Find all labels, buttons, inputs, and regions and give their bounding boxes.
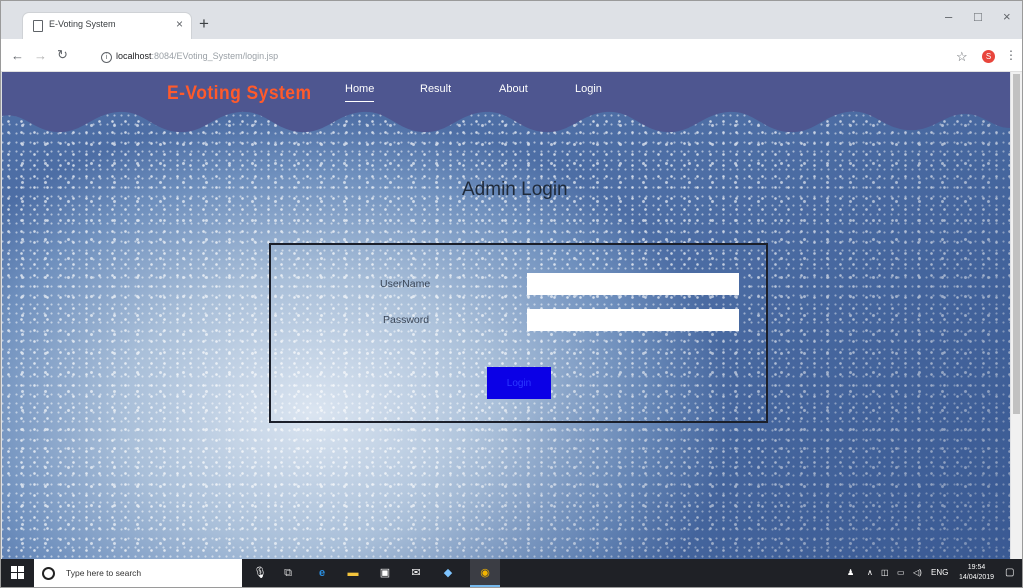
site-info-icon[interactable]: i	[101, 52, 112, 63]
page-viewport: E-Voting System Home Result About Login …	[2, 72, 1010, 559]
nav-result[interactable]: Result	[420, 83, 451, 95]
show-hidden-icons[interactable]: ∧	[867, 568, 873, 577]
people-icon[interactable]: ♟	[847, 568, 854, 577]
maximize-icon[interactable]: □	[974, 9, 982, 24]
notification-icon[interactable]: ▢	[1005, 567, 1014, 578]
language-indicator[interactable]: ENG	[931, 568, 948, 577]
site-brand[interactable]: E-Voting System	[167, 83, 311, 105]
nav-home[interactable]: Home	[345, 83, 375, 102]
login-button[interactable]: Login	[487, 367, 551, 399]
site-header: E-Voting System Home Result About Login	[2, 72, 1010, 152]
url-host: localhost	[116, 51, 152, 61]
taskbar-clock[interactable]: 19:54 14/04/2019	[959, 563, 994, 583]
page-scrollbar[interactable]	[1011, 72, 1022, 559]
browser-tab[interactable]: E-Voting System ×	[23, 13, 191, 39]
3d-box-icon[interactable]: ◆	[441, 566, 455, 580]
search-placeholder: Type here to search	[66, 568, 142, 578]
chrome-taskbar-active[interactable]: ◉	[470, 559, 500, 587]
nav-about[interactable]: About	[499, 83, 528, 95]
taskbar-search-box[interactable]: Type here to search	[34, 559, 242, 587]
nav-login[interactable]: Login	[575, 83, 602, 95]
file-explorer-icon[interactable]: ▬	[346, 566, 360, 580]
minimize-icon[interactable]: –	[945, 9, 952, 24]
url-text[interactable]: localhost:8084/EVoting_System/login.jsp	[116, 51, 278, 61]
back-icon[interactable]: ←	[11, 48, 24, 63]
edge-browser-icon[interactable]: e	[315, 566, 329, 580]
cortana-icon	[42, 567, 55, 580]
mail-icon[interactable]: ✉	[409, 566, 423, 580]
os-taskbar: Type here to search 🎙 ⧉ e ▬ ▣ ✉ ◆ ◉ ♟ ∧ …	[1, 559, 1022, 587]
tab-title: E-Voting System	[49, 19, 116, 29]
close-window-icon[interactable]: ×	[1003, 9, 1011, 24]
login-form: UserName Password Login	[269, 243, 768, 423]
reload-icon[interactable]: ↻	[57, 47, 68, 63]
new-tab-button[interactable]: +	[199, 14, 209, 34]
password-input[interactable]	[527, 309, 739, 331]
store-icon[interactable]: ▣	[378, 566, 392, 580]
url-path: :8084/EVoting_System/login.jsp	[151, 51, 279, 61]
page-icon	[33, 20, 43, 32]
microphone-icon[interactable]: 🎙	[253, 566, 267, 580]
tab-close-icon[interactable]: ×	[176, 17, 183, 31]
network-icon[interactable]: ◫	[881, 568, 889, 577]
clock-time: 19:54	[967, 564, 986, 571]
battery-icon[interactable]: ▭	[897, 568, 905, 577]
username-input[interactable]	[527, 273, 739, 295]
browser-window: E-Voting System × + – □ × ← → ↻ i localh…	[0, 0, 1023, 588]
browser-toolbar: ← → ↻ i localhost:8084/EVoting_System/lo…	[1, 39, 1022, 72]
menu-kebab-icon[interactable]: ⋮	[1005, 48, 1017, 62]
tab-strip: E-Voting System × + – □ ×	[1, 1, 1022, 39]
username-label: UserName	[380, 278, 431, 290]
bookmark-star-icon[interactable]: ☆	[956, 49, 968, 65]
windows-start-icon[interactable]	[11, 566, 25, 580]
forward-icon[interactable]: →	[34, 48, 47, 63]
volume-icon[interactable]: ◁)	[913, 568, 922, 577]
scrollbar-thumb[interactable]	[1013, 74, 1020, 414]
clock-date: 14/04/2019	[959, 574, 995, 581]
task-view-icon[interactable]: ⧉	[281, 566, 295, 580]
profile-avatar[interactable]: S	[982, 50, 995, 63]
chrome-icon: ◉	[480, 567, 490, 579]
page-title: Admin Login	[462, 179, 568, 200]
password-label: Password	[383, 314, 430, 326]
